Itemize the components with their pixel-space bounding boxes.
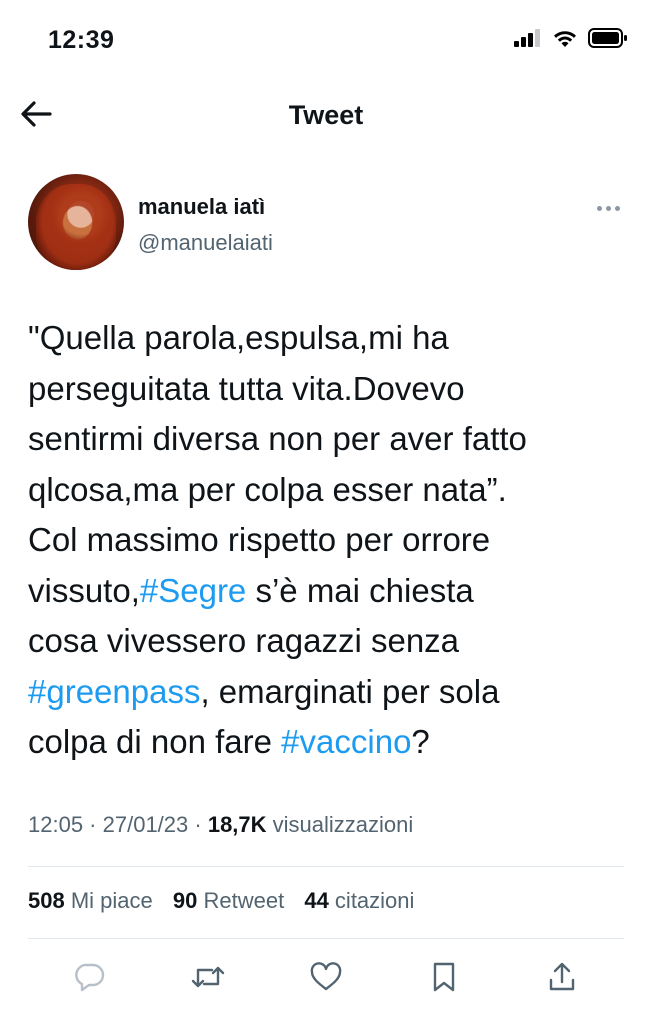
nav-bar: Tweet (0, 90, 652, 142)
author-name[interactable]: manuela iatì (138, 194, 265, 220)
retweet-button[interactable] (186, 955, 230, 999)
tweet-stats: 508 Mi piace 90 Retweet 44 citazioni (28, 888, 428, 914)
page-title: Tweet (288, 100, 364, 130)
avatar-hair-shape (36, 184, 116, 270)
tweet-time: 12:05 (28, 812, 84, 837)
battery-icon (588, 28, 627, 48)
hashtag-link[interactable]: #greenpass (28, 673, 200, 710)
meta-separator: · (83, 812, 103, 837)
more-icon[interactable] (588, 198, 628, 218)
tweet-text-segment: , emarginati per sola (200, 672, 500, 710)
tweet-text-line: sentirmi diversa non per aver fatto (28, 414, 628, 465)
status-time: 12:39 (48, 26, 115, 54)
tweet-text-segment: Col massimo rispetto per orrore (28, 521, 491, 558)
tweet-text-line: qlcosa,ma per colpa esser nata”. (28, 465, 628, 516)
tweet-text-segment: perseguitata tutta vita.Dovevo (28, 369, 465, 407)
meta-separator: · (188, 812, 208, 837)
share-button[interactable] (540, 955, 584, 999)
bookmark-icon (433, 962, 455, 992)
tweet-text-segment: cosa vivessero ragazzi senza (28, 622, 460, 659)
status-bar: 12:39 (0, 0, 652, 80)
wifi-icon (554, 30, 576, 47)
divider (28, 866, 624, 867)
tweet-text-line: vissuto,#Segre s’è mai chiesta (28, 566, 628, 617)
retweets-stat[interactable]: 90 Retweet (173, 888, 284, 913)
hashtag-link[interactable]: #Segre (140, 572, 246, 609)
like-icon (310, 962, 342, 991)
hashtag-link[interactable]: #vaccino (281, 723, 411, 760)
share-icon (549, 962, 575, 991)
retweets-count: 90 (172, 888, 198, 913)
bookmark-button[interactable] (422, 955, 466, 999)
tweet-text-line: colpa di non fare #vaccino? (28, 717, 628, 768)
likes-stat[interactable]: 508 Mi piace (28, 888, 153, 913)
back-button[interactable] (16, 94, 56, 134)
retweet-icon (191, 966, 225, 988)
tweet-text-segment: s’è mai chiesta (246, 571, 474, 609)
quotes-label: citazioni (328, 888, 415, 913)
tweet-text-line: Col massimo rispetto per orrore (28, 515, 628, 566)
tweet-text-segment: sentirmi diversa non per aver fatto (28, 420, 527, 457)
reply-button[interactable] (68, 955, 112, 999)
views-count[interactable]: 18,7K (208, 812, 267, 837)
tweet-text-segment: qlcosa,ma per colpa esser nata”. (28, 470, 507, 508)
likes-count: 508 (28, 888, 65, 913)
reply-icon (75, 963, 105, 992)
tweet-text-line: #greenpass, emarginati per sola (28, 667, 628, 718)
tweet-text-segment: colpa di non fare (28, 723, 282, 760)
like-button[interactable] (304, 955, 348, 999)
likes-label: Mi piace (64, 888, 153, 913)
tweet-text-line: perseguitata tutta vita.Dovevo (28, 364, 628, 415)
quotes-count: 44 (304, 888, 329, 913)
tweet-meta: 12:05 · 27/01/23 · 18,7K visualizzazioni (28, 812, 413, 838)
retweets-label: Retweet (197, 888, 285, 913)
action-bar (28, 955, 624, 999)
avatar[interactable] (28, 174, 124, 270)
divider (28, 938, 624, 939)
author-handle[interactable]: @manuelaiati (138, 230, 273, 256)
status-icons (514, 28, 628, 48)
views-label[interactable]: visualizzazioni (267, 812, 414, 837)
tweet-text-segment: ? (411, 723, 430, 760)
quotes-stat[interactable]: 44 citazioni (304, 888, 414, 913)
tweet-text-line: "Quella parola,espulsa,mi ha (28, 313, 628, 364)
tweet-text-segment: vissuto, (28, 571, 140, 609)
tweet-text-line: cosa vivessero ragazzi senza (28, 616, 628, 667)
tweet-text-segment: "Quella parola,espulsa,mi ha (28, 319, 449, 356)
back-arrow-icon (21, 101, 52, 127)
tweet-author: manuela iatì @manuelaiati (28, 172, 628, 272)
signal-icon (514, 29, 540, 47)
tweet-date: 27/01/23 (102, 812, 189, 837)
tweet-text: "Quella parola,espulsa,mi ha perseguitata… (28, 313, 628, 768)
